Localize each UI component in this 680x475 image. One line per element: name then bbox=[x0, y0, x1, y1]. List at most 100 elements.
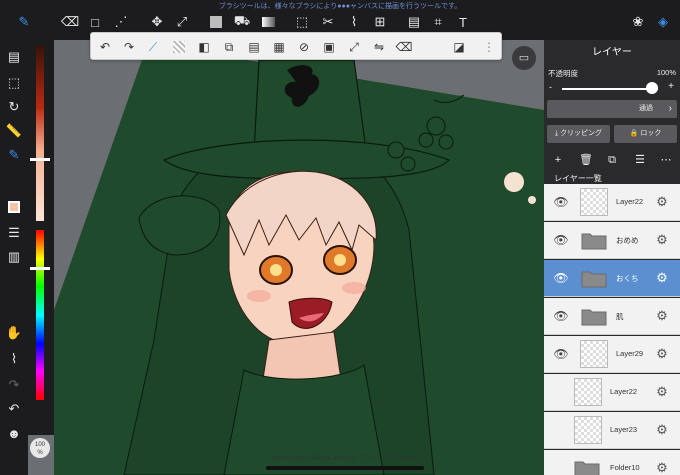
panel-toggle-icon[interactable]: ▭ bbox=[512, 46, 536, 70]
crop-icon[interactable]: ⌗ bbox=[430, 14, 446, 30]
text-icon[interactable]: T bbox=[455, 14, 471, 30]
brightness-slider-thumb[interactable] bbox=[30, 158, 50, 161]
gear-icon[interactable]: ⚙ bbox=[654, 422, 670, 438]
delete-layer-icon[interactable]: 🗑 bbox=[578, 152, 594, 168]
transform-icon[interactable]: ⤢ bbox=[174, 14, 190, 30]
selection-menu-icon[interactable]: ⬚ bbox=[5, 74, 23, 92]
redo-icon[interactable]: ↷ bbox=[121, 39, 137, 55]
add-layer-icon[interactable]: + bbox=[550, 152, 566, 168]
invert-icon[interactable]: ◧ bbox=[196, 39, 212, 55]
layer-thumbnail bbox=[574, 378, 602, 406]
duplicate-layer-icon[interactable]: ⧉ bbox=[604, 152, 620, 168]
flip-icon[interactable]: ⇋ bbox=[371, 39, 387, 55]
gear-icon[interactable]: ⚙ bbox=[654, 194, 670, 210]
android-icon[interactable]: ☻ bbox=[5, 424, 23, 442]
pages-icon[interactable]: ▤ bbox=[5, 48, 23, 66]
blend-mode-button[interactable]: 通過 › bbox=[547, 100, 677, 118]
redo-side-icon[interactable]: ↷ bbox=[5, 376, 23, 394]
materials-icon[interactable]: ❀ bbox=[630, 14, 646, 30]
layer-row[interactable]: Layer23 ⚙ bbox=[544, 412, 680, 449]
layer-panel: レイヤー 不透明度 100% - + 通過 › ⤓ クリッピング 🔒 ロック +… bbox=[544, 40, 680, 475]
eyedropper-icon[interactable]: ⌇ bbox=[346, 14, 362, 30]
paste-icon[interactable]: ▤ bbox=[246, 39, 262, 55]
hue-slider[interactable] bbox=[36, 230, 44, 400]
eye-icon[interactable]: 👁 bbox=[552, 195, 570, 209]
canvas-status: 2894*4093px 350dpi 96% 20° ブラシ: 41px 100… bbox=[271, 455, 415, 462]
clipping-label: クリッピング bbox=[560, 130, 603, 137]
color-sliders bbox=[28, 40, 54, 435]
eye-icon[interactable]: 👁 bbox=[552, 347, 570, 361]
layer-row[interactable]: Folder10 ⚙ bbox=[544, 450, 680, 475]
hand-icon[interactable]: ✋ bbox=[5, 324, 23, 342]
left-sidebar: ▤ ⬚ ↻ 📏 ✎ ☰ ▥ ✋ ⌇ ↷ ↶ ☻ bbox=[0, 40, 28, 475]
rotate-icon[interactable]: ↻ bbox=[5, 98, 23, 116]
fill-icon[interactable] bbox=[171, 39, 187, 55]
copy-icon[interactable]: ⧉ bbox=[221, 39, 237, 55]
lasso-icon[interactable]: ✂ bbox=[320, 14, 336, 30]
layer-row[interactable]: 👁 おめめ ⚙ bbox=[544, 222, 680, 259]
gear-icon[interactable]: ⚙ bbox=[654, 270, 670, 286]
layer-row[interactable]: Layer22 ⚙ bbox=[544, 374, 680, 411]
tool-hint: ブラシツールは、様々なブラシにより●●●ャンバスに描画を行うツールです。 bbox=[218, 3, 462, 10]
clipping-button[interactable]: ⤓ クリッピング bbox=[547, 125, 610, 143]
opacity-minus-button[interactable]: - bbox=[549, 82, 552, 92]
layer-list-label: レイヤー一覧 bbox=[554, 174, 602, 183]
opacity-slider[interactable] bbox=[562, 88, 658, 90]
brush-list-icon[interactable]: ☰ bbox=[5, 224, 23, 242]
opacity-slider-knob[interactable] bbox=[646, 82, 658, 94]
move-icon[interactable]: ✥ bbox=[149, 14, 165, 30]
layer-name: Layer22 bbox=[616, 197, 644, 206]
layer-thumbnail bbox=[580, 340, 608, 368]
opacity-plus-button[interactable]: + bbox=[668, 81, 674, 92]
eye-icon[interactable]: 👁 bbox=[552, 271, 570, 285]
lock-button[interactable]: 🔒 ロック bbox=[614, 125, 677, 143]
undo-side-icon[interactable]: ↶ bbox=[5, 400, 23, 418]
lock-label: ロック bbox=[640, 130, 662, 137]
layers-icon[interactable]: ◈ bbox=[655, 14, 671, 30]
more-options-icon[interactable]: ⋯ bbox=[658, 152, 674, 168]
layer-name: おくち bbox=[616, 274, 639, 283]
panel-layout-icon[interactable]: ▤ bbox=[406, 14, 422, 30]
brush-icon[interactable]: ✎ bbox=[16, 14, 32, 30]
bucket-icon[interactable]: ⛟ bbox=[234, 13, 250, 30]
gear-icon[interactable]: ⚙ bbox=[654, 232, 670, 248]
stroke-icon[interactable]: ◪ bbox=[451, 39, 467, 55]
eyedropper-tool-icon[interactable]: ⌇ bbox=[5, 350, 23, 368]
layer-name: Folder10 bbox=[610, 463, 640, 472]
layer-name: Layer22 bbox=[610, 387, 638, 396]
layer-row[interactable]: 👁 肌 ⚙ bbox=[544, 298, 680, 335]
magic-wand-icon[interactable]: ⋰ bbox=[113, 14, 129, 30]
ruler-icon[interactable]: 📏 bbox=[5, 122, 23, 140]
layer-row[interactable]: 👁 おくち ⚙ bbox=[544, 260, 680, 297]
gear-icon[interactable]: ⚙ bbox=[654, 384, 670, 400]
layer-row[interactable]: 👁 Layer29 ⚙ bbox=[544, 336, 680, 373]
square-select-icon[interactable]: □ bbox=[87, 14, 103, 30]
palette-icon[interactable]: ▥ bbox=[5, 248, 23, 266]
eraser-icon[interactable]: ⌫ bbox=[61, 14, 79, 30]
color-swatch-icon[interactable] bbox=[5, 198, 23, 216]
drawing-canvas[interactable] bbox=[54, 40, 544, 475]
gear-icon[interactable]: ⚙ bbox=[654, 460, 670, 475]
transform-select-icon[interactable]: ⤢ bbox=[346, 39, 362, 55]
brightness-slider[interactable] bbox=[36, 46, 44, 221]
gradient-icon[interactable] bbox=[260, 14, 276, 30]
gear-icon[interactable]: ⚙ bbox=[654, 346, 670, 362]
layer-row[interactable]: 👁 Layer22 ⚙ bbox=[544, 184, 680, 221]
trim-icon[interactable]: ⌫ bbox=[396, 39, 413, 55]
scale-icon[interactable]: ▦ bbox=[271, 39, 287, 55]
snap-icon[interactable]: ⊞ bbox=[372, 14, 388, 30]
select-icon[interactable]: ⬚ bbox=[294, 14, 310, 30]
clear-icon[interactable]: ⟋ bbox=[145, 39, 161, 55]
hue-slider-thumb[interactable] bbox=[30, 267, 50, 271]
fill-color-swatch-icon[interactable] bbox=[208, 14, 224, 30]
pen-settings-icon[interactable]: ✎ bbox=[5, 146, 23, 164]
zoom-badge[interactable]: 100 % bbox=[30, 438, 50, 458]
undo-icon[interactable]: ↶ bbox=[97, 39, 113, 55]
select-all-icon[interactable]: ▣ bbox=[321, 39, 337, 55]
more-icon[interactable]: ⋮ bbox=[481, 39, 497, 55]
gear-icon[interactable]: ⚙ bbox=[654, 308, 670, 324]
layer-list-menu-icon[interactable]: ☰ bbox=[632, 152, 648, 168]
eye-icon[interactable]: 👁 bbox=[552, 309, 570, 323]
deselect-icon[interactable]: ⊘ bbox=[296, 39, 312, 55]
eye-icon[interactable]: 👁 bbox=[552, 233, 570, 247]
